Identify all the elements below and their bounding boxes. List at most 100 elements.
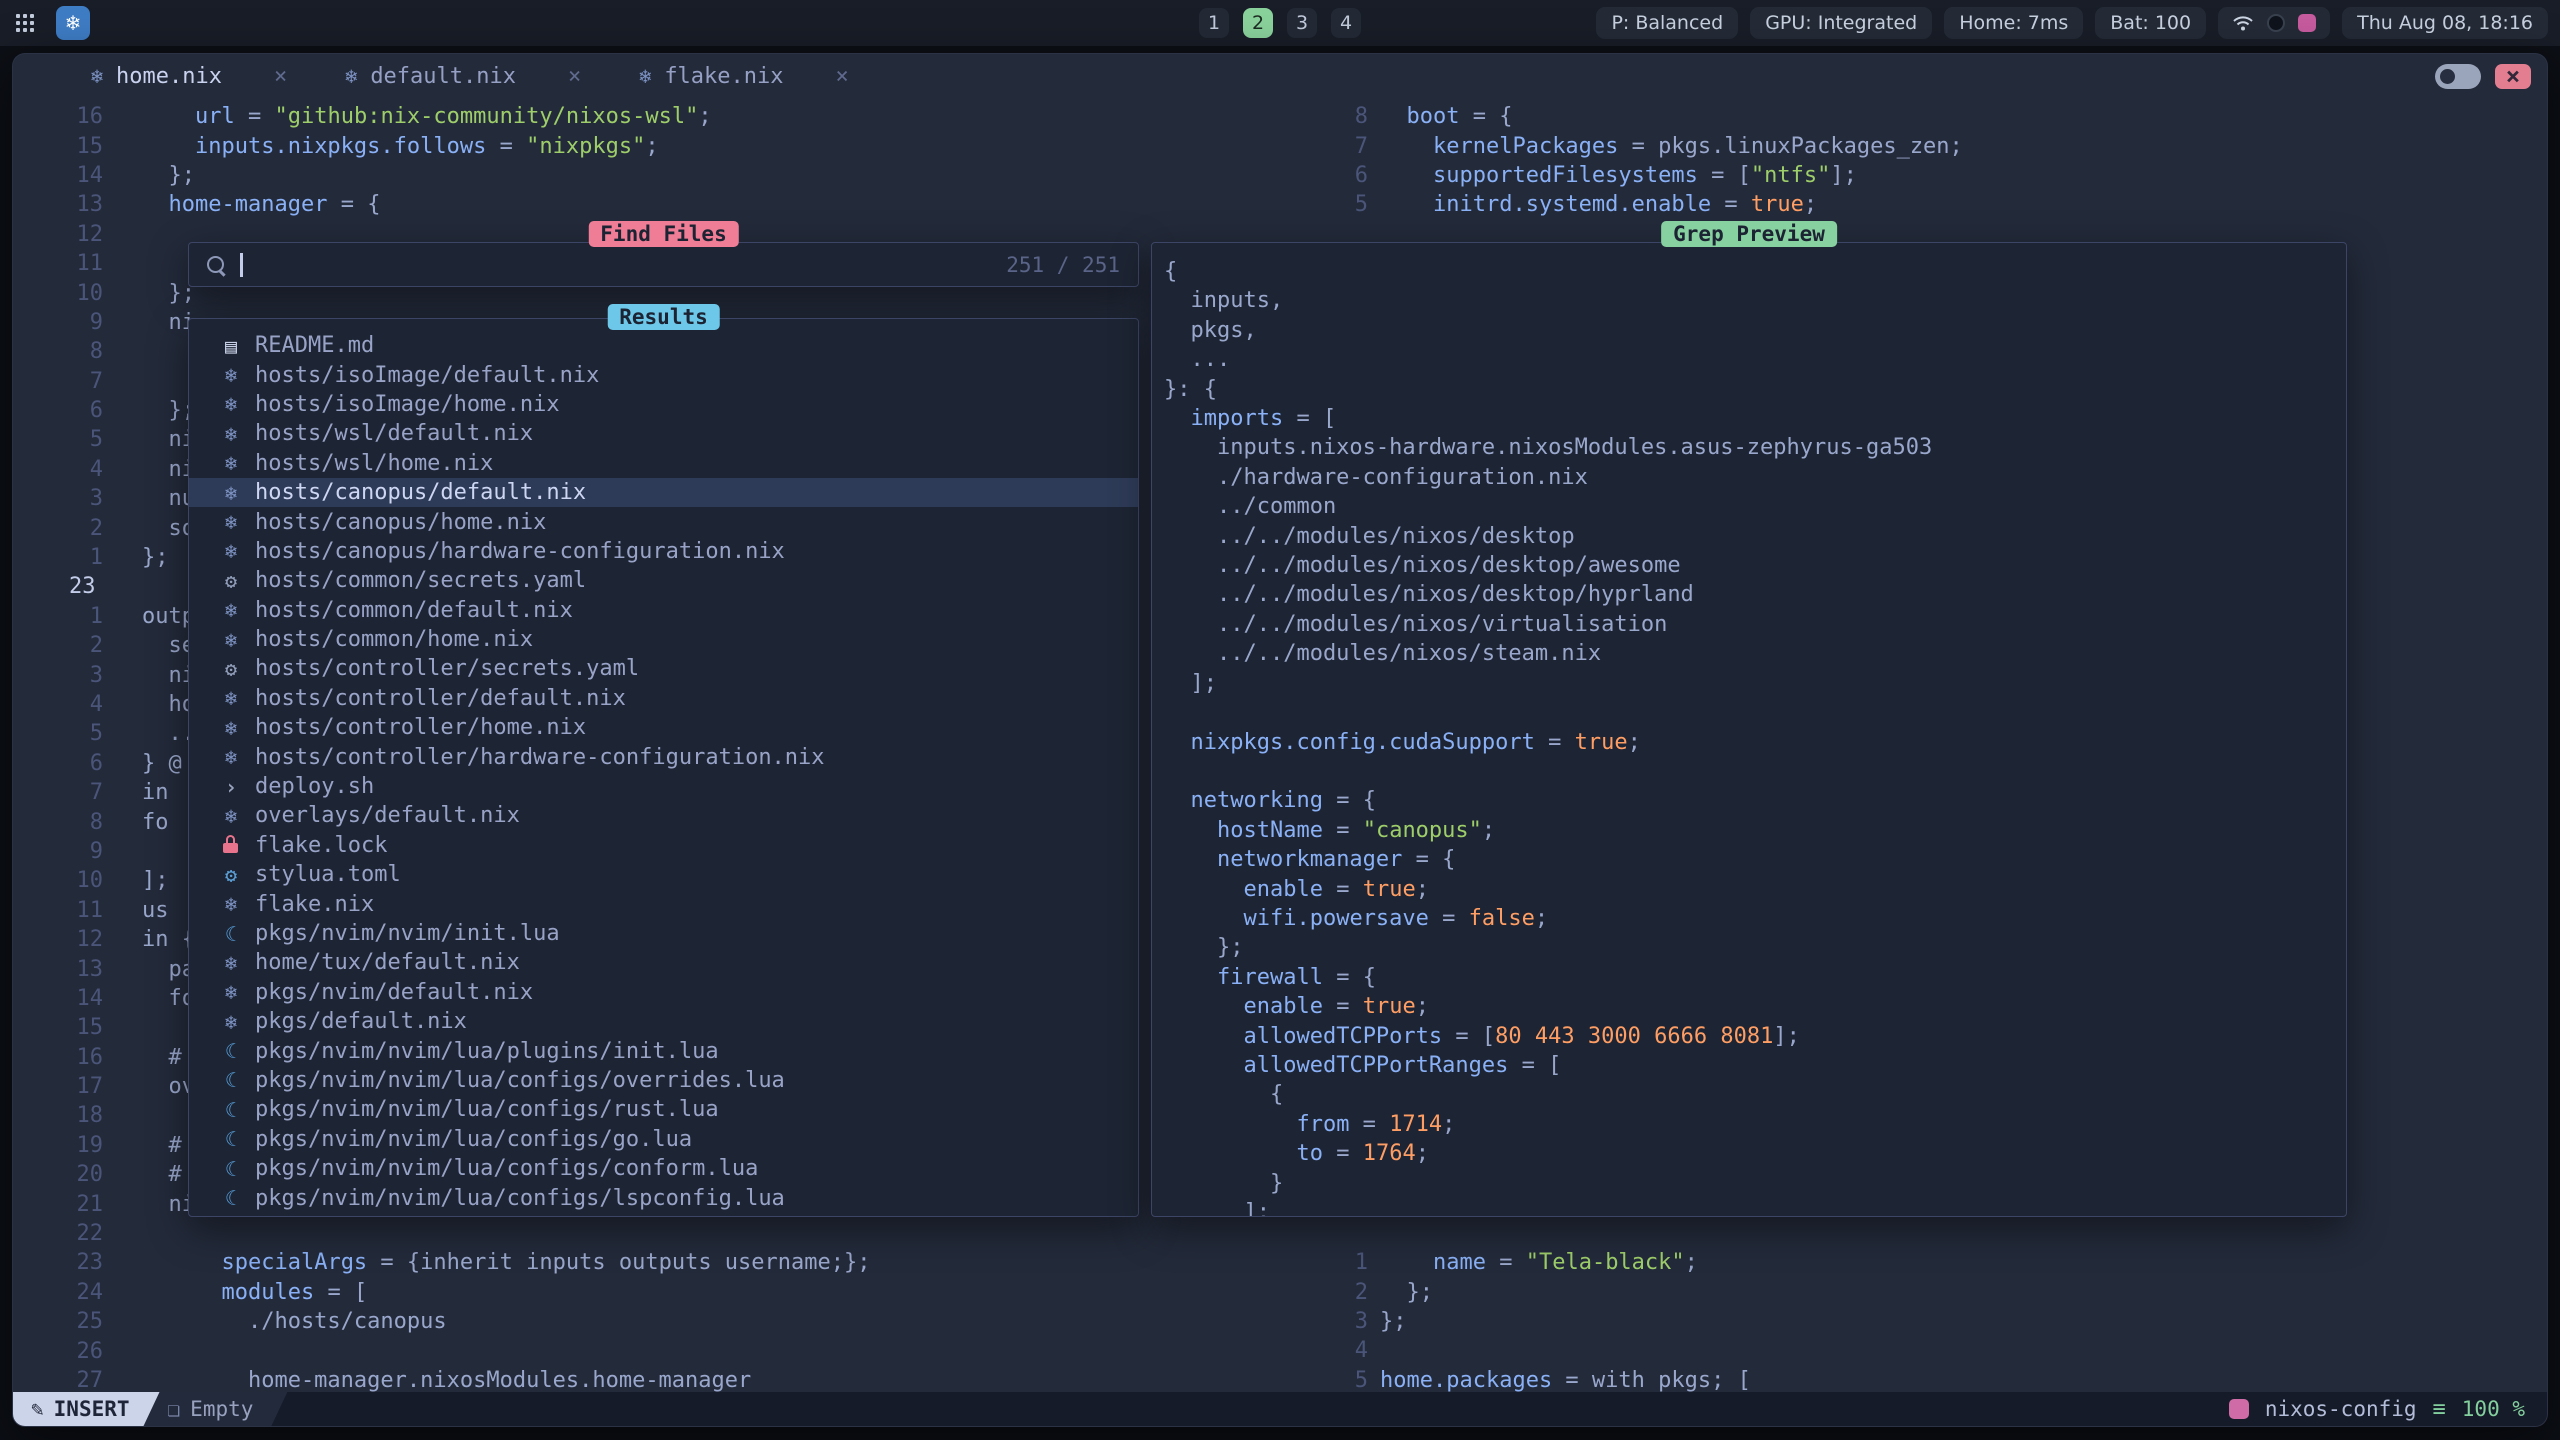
status-pill[interactable]: P: Balanced bbox=[1596, 7, 1738, 39]
result-item[interactable]: ☾pkgs/nvim/nvim/lua/plugins/init.lua bbox=[189, 1036, 1138, 1065]
editor-pane-right-bottom[interactable]: 1 name = "Tela-black";2 };3};45home.pack… bbox=[1268, 1248, 1751, 1395]
result-item[interactable]: ☾pkgs/nvim/nvim/lua/configs/conform.lua bbox=[189, 1154, 1138, 1183]
file-name: hosts/controller/default.nix bbox=[255, 686, 626, 711]
tab-default.nix[interactable]: ❄default.nix× bbox=[345, 64, 581, 89]
clock[interactable]: Thu Aug 08, 18:16 bbox=[2342, 7, 2548, 39]
nixos-logo[interactable]: ❄ bbox=[56, 6, 90, 40]
result-item[interactable]: ❄hosts/controller/hardware-configuration… bbox=[189, 742, 1138, 771]
result-item[interactable]: ❄hosts/canopus/home.nix bbox=[189, 507, 1138, 536]
lua-file-icon: ☾ bbox=[219, 1098, 243, 1122]
tab-close-icon[interactable]: × bbox=[836, 64, 849, 89]
result-item[interactable]: ❄hosts/controller/default.nix bbox=[189, 684, 1138, 713]
file-name: overlays/default.nix bbox=[255, 803, 520, 828]
code-line[interactable]: home-manager.nixosModules.home-manager bbox=[142, 1368, 751, 1393]
code-line[interactable]: # bbox=[142, 1162, 182, 1187]
result-item[interactable]: ❄hosts/controller/home.nix bbox=[189, 713, 1138, 742]
preview-line bbox=[1164, 698, 2346, 727]
code-line[interactable]: name = "Tela-black"; bbox=[1380, 1250, 1698, 1275]
file-icon: ❏ bbox=[168, 1397, 181, 1421]
code-line[interactable]: # bbox=[142, 1045, 182, 1070]
code-line[interactable]: boot = { bbox=[1380, 104, 1512, 129]
nix-file-icon: ❄ bbox=[219, 392, 243, 416]
result-item[interactable]: ❄pkgs/default.nix bbox=[189, 1007, 1138, 1036]
file-name: pkgs/nvim/nvim/init.lua bbox=[255, 921, 560, 946]
status-pill[interactable]: Bat: 100 bbox=[2095, 7, 2206, 39]
code-line[interactable]: inputs.nixpkgs.follows = "nixpkgs"; bbox=[142, 134, 659, 159]
code-line[interactable]: }; bbox=[1380, 1280, 1433, 1305]
code-line[interactable]: in bbox=[142, 780, 169, 805]
result-item[interactable]: ❄hosts/common/home.nix bbox=[189, 625, 1138, 654]
editor-pane-right-top[interactable]: 8 boot = {7 kernelPackages = pkgs.linuxP… bbox=[1268, 102, 1963, 220]
code-line[interactable]: us bbox=[142, 898, 169, 923]
code-line[interactable]: home.packages = with pkgs; [ bbox=[1380, 1368, 1751, 1393]
result-item[interactable]: ⚙hosts/controller/secrets.yaml bbox=[189, 654, 1138, 683]
tab-flake.nix[interactable]: ❄flake.nix× bbox=[639, 64, 849, 89]
line-number: 13 bbox=[13, 957, 103, 982]
result-item[interactable]: ☾pkgs/nvim/nvim/init.lua bbox=[189, 919, 1138, 948]
code-line[interactable]: fo bbox=[142, 810, 169, 835]
code-line[interactable]: home-manager = { bbox=[142, 192, 380, 217]
nix-file-icon: ❄ bbox=[219, 628, 243, 652]
code-line[interactable]: }; bbox=[1380, 1309, 1407, 1334]
code-line[interactable]: specialArgs = {inherit inputs outputs us… bbox=[142, 1250, 871, 1275]
nix-file-icon: ❄ bbox=[219, 951, 243, 975]
result-item[interactable]: ⚙hosts/common/secrets.yaml bbox=[189, 566, 1138, 595]
search-input[interactable]: 251 / 251 bbox=[189, 243, 1138, 286]
preview-line: { bbox=[1164, 257, 2346, 286]
result-item[interactable]: ❄hosts/wsl/home.nix bbox=[189, 449, 1138, 478]
result-item[interactable]: ❄hosts/canopus/hardware-configuration.ni… bbox=[189, 537, 1138, 566]
result-item[interactable]: ☾pkgs/nvim/nvim/lua/configs/overrides.lu… bbox=[189, 1066, 1138, 1095]
result-item[interactable]: ❄hosts/canopus/default.nix bbox=[189, 478, 1138, 507]
workspace-button-1[interactable]: 1 bbox=[1199, 8, 1229, 38]
result-item[interactable]: ☾pkgs/nvim/nvim/lua/configs/rust.lua bbox=[189, 1095, 1138, 1124]
code-line[interactable]: initrd.systemd.enable = true; bbox=[1380, 192, 1817, 217]
result-item[interactable]: ❄home/tux/default.nix bbox=[189, 948, 1138, 977]
result-item[interactable]: ☾pkgs/nvim/nvim/lua/configs/lspconfig.lu… bbox=[189, 1183, 1138, 1212]
apps-grid-icon[interactable] bbox=[12, 10, 38, 36]
tab-home.nix[interactable]: ❄home.nix× bbox=[91, 64, 287, 89]
workspace-button-2[interactable]: 2 bbox=[1243, 8, 1273, 38]
result-item[interactable]: ›deploy.sh bbox=[189, 772, 1138, 801]
code-line[interactable]: modules = [ bbox=[142, 1280, 367, 1305]
line-number: 15 bbox=[13, 1015, 103, 1040]
result-item[interactable]: ❄pkgs/nvim/default.nix bbox=[189, 978, 1138, 1007]
code-line[interactable]: ./hosts/canopus bbox=[142, 1309, 447, 1334]
window-close-button[interactable]: × bbox=[2495, 64, 2531, 89]
code-line[interactable]: ]; bbox=[142, 868, 169, 893]
line-number: 3 bbox=[1268, 1309, 1368, 1334]
line-number: 7 bbox=[1268, 134, 1368, 159]
code-row: 23 specialArgs = {inherit inputs outputs… bbox=[13, 1248, 871, 1277]
dnd-toggle-icon[interactable] bbox=[2267, 14, 2285, 32]
telescope-results: Results ▤README.md❄hosts/isoImage/defaul… bbox=[188, 318, 1139, 1217]
file-name: deploy.sh bbox=[255, 774, 374, 799]
preview-line: networking = { bbox=[1164, 786, 2346, 815]
tab-close-icon[interactable]: × bbox=[568, 64, 581, 89]
tab-close-icon[interactable]: × bbox=[274, 64, 287, 89]
result-item[interactable]: flake.lock bbox=[189, 831, 1138, 860]
result-item[interactable]: ❄flake.nix bbox=[189, 889, 1138, 918]
wifi-icon[interactable] bbox=[2232, 14, 2254, 32]
code-line[interactable]: }; bbox=[142, 163, 195, 188]
code-line[interactable]: } @ bbox=[142, 751, 182, 776]
preview-line: enable = true; bbox=[1164, 875, 2346, 904]
workspace-button-4[interactable]: 4 bbox=[1331, 8, 1361, 38]
result-item[interactable]: ❄hosts/wsl/default.nix bbox=[189, 419, 1138, 448]
result-item[interactable]: ⚙stylua.toml bbox=[189, 860, 1138, 889]
result-item[interactable]: ❄hosts/common/default.nix bbox=[189, 596, 1138, 625]
workspace-button-3[interactable]: 3 bbox=[1287, 8, 1317, 38]
code-line[interactable]: # bbox=[142, 1133, 182, 1158]
color-swatch-icon[interactable] bbox=[2298, 14, 2316, 32]
status-pill[interactable]: Home: 7ms bbox=[1944, 7, 2083, 39]
result-item[interactable]: ❄hosts/isoImage/default.nix bbox=[189, 360, 1138, 389]
result-item[interactable]: ❄hosts/isoImage/home.nix bbox=[189, 390, 1138, 419]
preview-line: }; bbox=[1164, 933, 2346, 962]
code-line[interactable]: url = "github:nix-community/nixos-wsl"; bbox=[142, 104, 712, 129]
status-pill[interactable]: GPU: Integrated bbox=[1750, 7, 1932, 39]
code-line[interactable]: }; bbox=[142, 545, 169, 570]
result-item[interactable]: ❄overlays/default.nix bbox=[189, 801, 1138, 830]
code-line[interactable]: kernelPackages = pkgs.linuxPackages_zen; bbox=[1380, 134, 1963, 159]
code-line[interactable]: supportedFilesystems = ["ntfs"]; bbox=[1380, 163, 1857, 188]
pin-toggle[interactable] bbox=[2435, 64, 2481, 89]
result-item[interactable]: ▤README.md bbox=[189, 331, 1138, 360]
result-item[interactable]: ☾pkgs/nvim/nvim/lua/configs/go.lua bbox=[189, 1125, 1138, 1154]
